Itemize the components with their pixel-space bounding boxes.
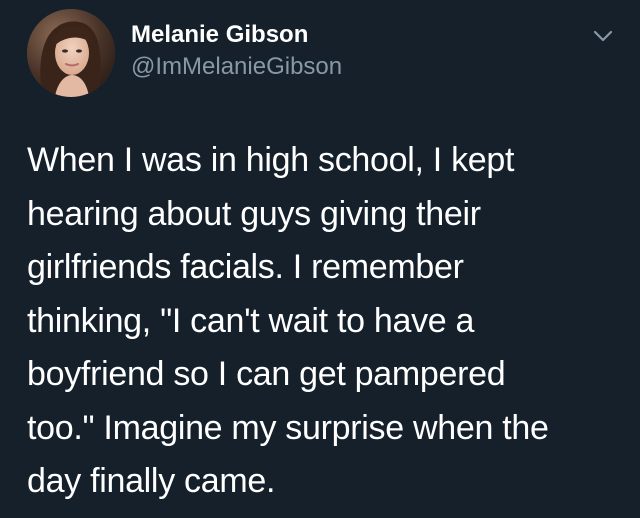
tweet-text-line: too." Imagine my surprise when the [27, 408, 549, 447]
tweet-card: Melanie Gibson @ImMelanieGibson When I w… [0, 0, 640, 518]
chevron-down-icon[interactable] [589, 24, 617, 48]
tweet-text-line: When I was in high school, I kept [27, 141, 515, 179]
author-display-name[interactable]: Melanie Gibson [131, 19, 308, 51]
tweet-text: When I was in high school, I kept hearin… [27, 134, 617, 509]
user-avatar-icon [27, 9, 115, 97]
avatar[interactable] [27, 9, 115, 97]
tweet-text-line: day finally came. [27, 462, 276, 500]
author-handle[interactable]: @ImMelanieGibson [131, 51, 342, 83]
tweet-text-line: girlfriends facials. I remember [27, 248, 464, 286]
tweet-text-line: hearing about guys giving their [27, 194, 481, 233]
tweet-text-line: thinking, "I can't wait to have a [27, 301, 475, 340]
tweet-text-line: boyfriend so I can get pampered [27, 355, 506, 393]
